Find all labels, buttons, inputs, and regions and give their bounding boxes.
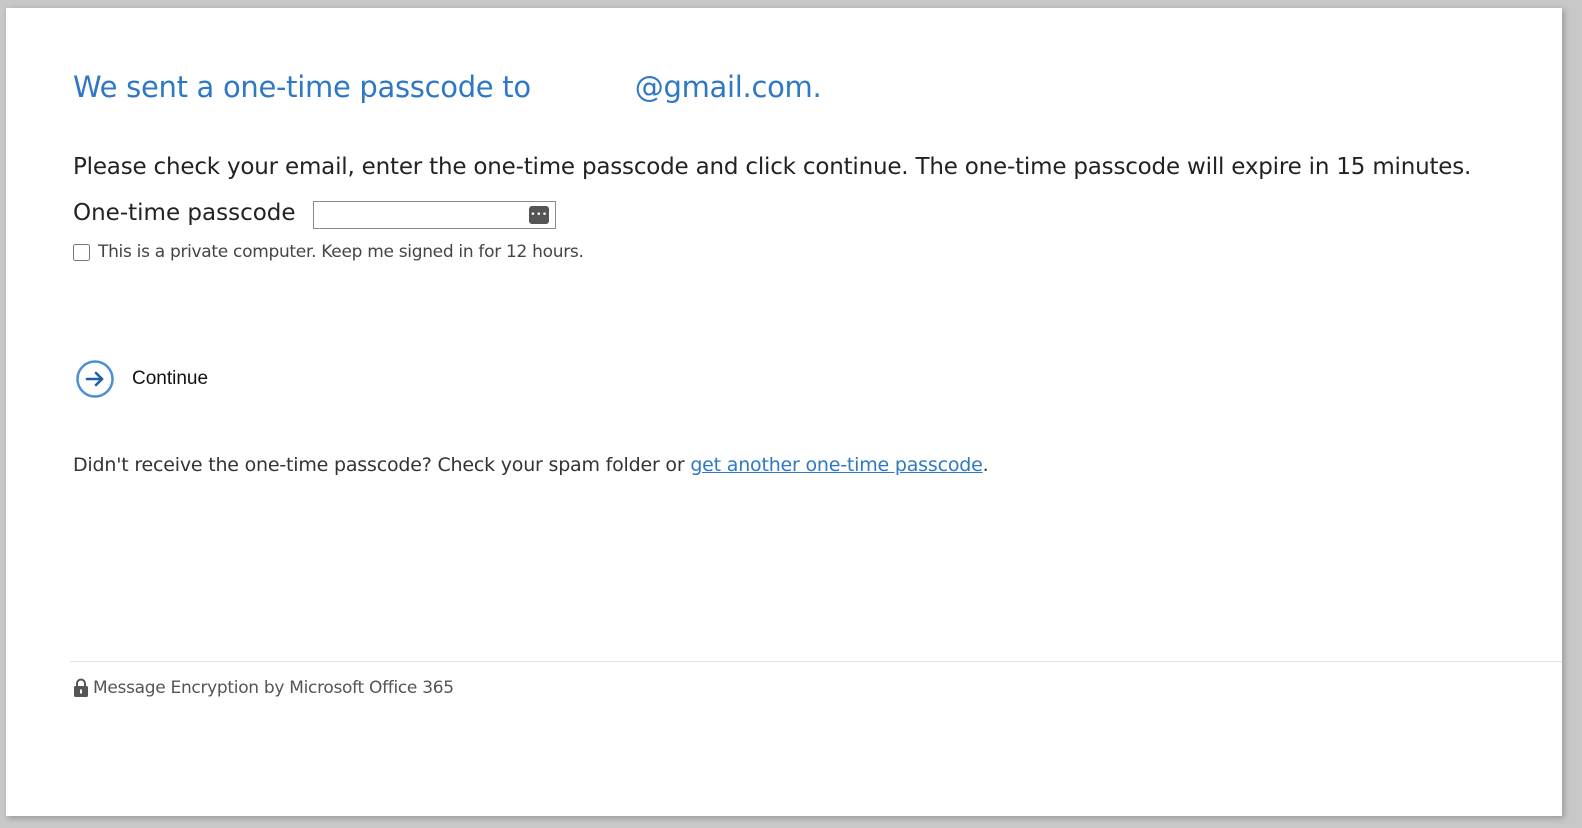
remember-me-row: This is a private computer. Keep me sign… bbox=[73, 242, 584, 262]
title-email: @gmail.com. bbox=[634, 70, 822, 104]
get-another-passcode-link[interactable]: get another one-time passcode bbox=[690, 454, 982, 476]
otp-input[interactable] bbox=[314, 202, 531, 228]
otp-field: ••• bbox=[313, 201, 556, 229]
resend-text: Didn't receive the one-time passcode? Ch… bbox=[73, 454, 989, 476]
password-manager-key-icon[interactable]: ••• bbox=[529, 206, 549, 224]
page-title: We sent a one-time passcode to @gmail.com… bbox=[73, 70, 822, 104]
encryption-portal-page: We sent a one-time passcode to @gmail.com… bbox=[6, 8, 1562, 816]
remember-me-label[interactable]: This is a private computer. Keep me sign… bbox=[98, 242, 584, 262]
resend-suffix: . bbox=[982, 454, 989, 476]
lock-icon bbox=[74, 678, 88, 697]
otp-label: One-time passcode bbox=[73, 200, 296, 226]
resend-prefix: Didn't receive the one-time passcode? Ch… bbox=[73, 454, 691, 476]
continue-button[interactable]: Continue bbox=[75, 359, 208, 399]
footer-text: Message Encryption by Microsoft Office 3… bbox=[93, 678, 454, 698]
footer: Message Encryption by Microsoft Office 3… bbox=[73, 678, 454, 698]
continue-label[interactable]: Continue bbox=[132, 368, 208, 390]
footer-divider bbox=[70, 661, 1562, 662]
title-prefix: We sent a one-time passcode to bbox=[73, 70, 531, 104]
arrow-right-circle-icon[interactable] bbox=[75, 359, 115, 399]
instructions-text: Please check your email, enter the one-t… bbox=[73, 154, 1472, 180]
remember-me-checkbox[interactable] bbox=[73, 243, 90, 261]
